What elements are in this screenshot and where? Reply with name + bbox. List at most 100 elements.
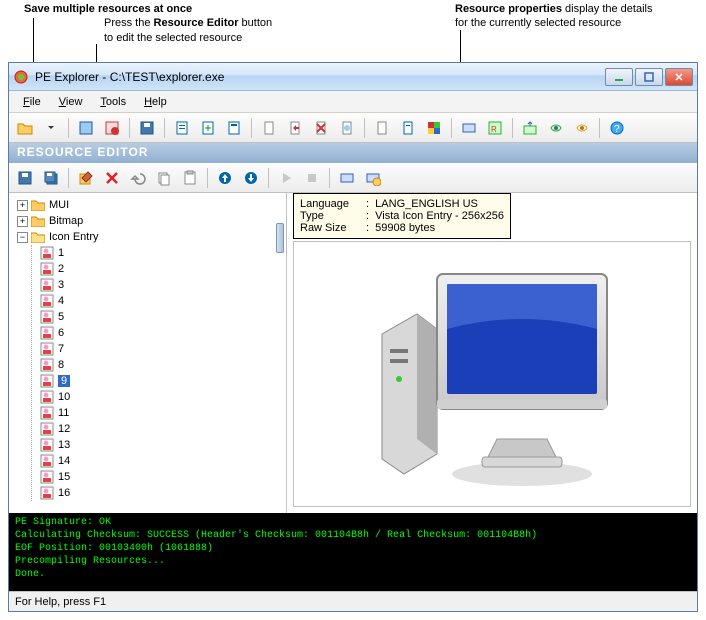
- resource-icon: [40, 342, 54, 356]
- app-window: PE Explorer - C:\TEST\explorer.exe File …: [8, 62, 698, 612]
- tool-btn-16[interactable]: [544, 116, 568, 140]
- tool-btn-17[interactable]: [570, 116, 594, 140]
- console-line: PE Signature: OK: [15, 516, 691, 529]
- resource-icon: [40, 454, 54, 468]
- tree-label: Bitmap: [49, 215, 83, 227]
- tool-btn-13[interactable]: [457, 116, 481, 140]
- tree-item[interactable]: 7: [40, 341, 282, 357]
- scrollbar-thumb[interactable]: [276, 223, 284, 253]
- tree-folder[interactable]: − Icon Entry: [13, 229, 282, 245]
- maximize-button[interactable]: [635, 68, 663, 86]
- titlebar[interactable]: PE Explorer - C:\TEST\explorer.exe: [9, 63, 697, 91]
- tree-folder[interactable]: + MUI: [13, 197, 282, 213]
- tree-label: 2: [58, 263, 64, 275]
- content-area: + MUI + Bitmap − Icon Entry 1 2 3 4 5: [9, 193, 697, 513]
- tree-item[interactable]: 3: [40, 277, 282, 293]
- dropdown-icon[interactable]: [39, 116, 63, 140]
- copy-button[interactable]: [152, 166, 176, 190]
- app-icon: [13, 69, 29, 85]
- tree-item[interactable]: 10: [40, 389, 282, 405]
- minimize-button[interactable]: [605, 68, 633, 86]
- tree-label: MUI: [49, 199, 69, 211]
- tree-label: 13: [58, 439, 70, 451]
- tree-item[interactable]: 13: [40, 437, 282, 453]
- console-line: EOF Position: 00103400h (1061888): [15, 542, 691, 555]
- preview-panel: Language: LANG_ENGLISH USType: Vista Ico…: [287, 193, 697, 513]
- tool-btn-14[interactable]: R: [483, 116, 507, 140]
- tool-btn-8[interactable]: [309, 116, 333, 140]
- tree-label: 3: [58, 279, 64, 291]
- save-button[interactable]: [135, 116, 159, 140]
- tree-toggle-icon[interactable]: +: [17, 216, 28, 227]
- tree-item[interactable]: 6: [40, 325, 282, 341]
- stop-button[interactable]: [300, 166, 324, 190]
- resource-tree[interactable]: + MUI + Bitmap − Icon Entry 1 2 3 4 5: [9, 193, 286, 513]
- tree-item[interactable]: 16: [40, 485, 282, 501]
- tree-label: 16: [58, 487, 70, 499]
- menu-file[interactable]: File: [15, 94, 49, 110]
- menu-tools[interactable]: Tools: [92, 94, 134, 110]
- view-btn-1[interactable]: [335, 166, 359, 190]
- tree-panel: + MUI + Bitmap − Icon Entry 1 2 3 4 5: [9, 193, 287, 513]
- folder-icon: [31, 215, 45, 227]
- console-line: Done.: [15, 568, 691, 581]
- resource-icon: [40, 422, 54, 436]
- tree-item[interactable]: 15: [40, 469, 282, 485]
- play-button[interactable]: [274, 166, 298, 190]
- help-button[interactable]: ?: [605, 116, 629, 140]
- tool-btn-11[interactable]: [396, 116, 420, 140]
- svg-text:?: ?: [614, 124, 620, 135]
- close-button[interactable]: [665, 68, 693, 86]
- console-line: Precompiling Resources...: [15, 555, 691, 568]
- tool-btn-7[interactable]: [283, 116, 307, 140]
- view-btn-2[interactable]: [361, 166, 385, 190]
- status-text: For Help, press F1: [15, 596, 106, 608]
- tree-item[interactable]: 1: [40, 245, 282, 261]
- tree-label: 1: [58, 247, 64, 259]
- tree-item[interactable]: 11: [40, 405, 282, 421]
- folder-icon: [31, 231, 45, 243]
- save-multiple-button[interactable]: [39, 166, 63, 190]
- tool-btn-9[interactable]: [335, 116, 359, 140]
- tree-item[interactable]: 14: [40, 453, 282, 469]
- undo-button[interactable]: [126, 166, 150, 190]
- tree-label: 6: [58, 327, 64, 339]
- window-title: PE Explorer - C:\TEST\explorer.exe: [35, 70, 605, 84]
- annotation-left: Save multiple resources at once Press th…: [24, 2, 272, 45]
- down-button[interactable]: [239, 166, 263, 190]
- tree-toggle-icon[interactable]: +: [17, 200, 28, 211]
- tree-folder[interactable]: + Bitmap: [13, 213, 282, 229]
- tool-btn-3[interactable]: [170, 116, 194, 140]
- tree-item[interactable]: 12: [40, 421, 282, 437]
- tree-label: 11: [58, 407, 69, 419]
- tool-btn-2[interactable]: [100, 116, 124, 140]
- tree-toggle-icon[interactable]: −: [17, 232, 28, 243]
- tool-btn-12[interactable]: [422, 116, 446, 140]
- tree-label: 12: [58, 423, 70, 435]
- tree-item[interactable]: 5: [40, 309, 282, 325]
- tool-btn-10[interactable]: [370, 116, 394, 140]
- tool-btn-4[interactable]: [196, 116, 220, 140]
- tree-item[interactable]: 4: [40, 293, 282, 309]
- tree-item[interactable]: 2: [40, 261, 282, 277]
- delete-button[interactable]: [100, 166, 124, 190]
- tool-btn-6[interactable]: [257, 116, 281, 140]
- menu-help[interactable]: Help: [136, 94, 175, 110]
- tooltip-value: Vista Icon Entry - 256x256: [375, 210, 504, 222]
- resource-icon: [40, 262, 54, 276]
- tree-label: 9: [58, 375, 70, 387]
- tool-btn-5[interactable]: [222, 116, 246, 140]
- resource-editor-button[interactable]: [74, 166, 98, 190]
- preview-icon: [352, 259, 632, 489]
- menu-view[interactable]: View: [51, 94, 91, 110]
- save-resource-button[interactable]: [13, 166, 37, 190]
- tree-item[interactable]: 8: [40, 357, 282, 373]
- tree-item[interactable]: 9: [40, 373, 282, 389]
- tooltip-key: Type: [300, 210, 366, 222]
- tool-btn-15[interactable]: [518, 116, 542, 140]
- open-button[interactable]: [13, 116, 37, 140]
- paste-button[interactable]: [178, 166, 202, 190]
- resource-icon: [40, 406, 54, 420]
- up-button[interactable]: [213, 166, 237, 190]
- tool-btn-1[interactable]: [74, 116, 98, 140]
